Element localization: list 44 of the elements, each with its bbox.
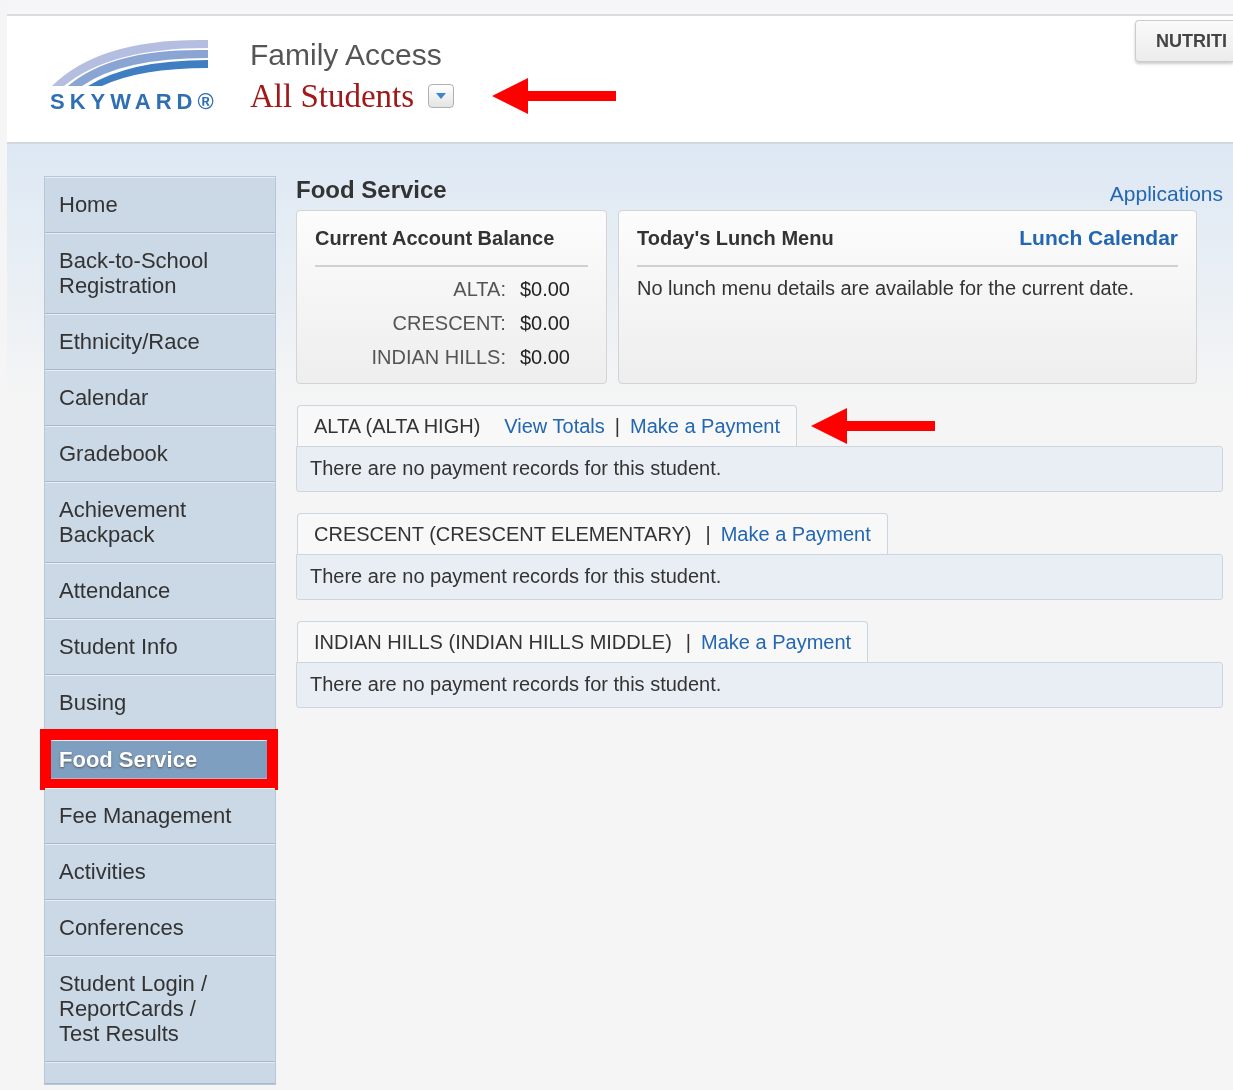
sidebar-item[interactable]: Ethnicity/Race — [45, 314, 275, 370]
sidebar-item[interactable]: Achievement Backpack — [45, 482, 275, 563]
dropdown-button[interactable] — [428, 84, 455, 108]
balance-amount: $0.00 — [519, 311, 570, 335]
school-name: INDIAN HILLS (INDIAN HILLS MIDDLE) — [314, 630, 672, 654]
page-title: Food Service — [296, 176, 447, 204]
separator: | — [614, 414, 620, 438]
applications-link[interactable]: Applications — [1109, 182, 1223, 206]
school-name: ALTA (ALTA HIGH) — [314, 414, 481, 438]
sidebar-item[interactable]: Attendance — [45, 563, 275, 619]
sidebar-item[interactable]: Calendar — [45, 370, 275, 426]
payment-message: There are no payment records for this student. — [310, 673, 722, 695]
school-label: CRESCENT: — [391, 311, 506, 335]
arrow-icon — [492, 78, 617, 114]
balance-amount: $0.00 — [519, 345, 570, 369]
school-label: ALTA: — [452, 277, 506, 301]
student-selector[interactable]: All Students — [250, 74, 415, 118]
lunch-message: No lunch menu details are available for the current date. — [637, 277, 1135, 300]
school-link[interactable]: View Totals — [504, 414, 605, 438]
school-label: INDIAN HILLS: — [371, 345, 506, 369]
logo-text: SKYWARD® — [50, 88, 219, 116]
card-title: Current Account Balance — [315, 226, 555, 250]
nutrition-button[interactable]: NUTRITI — [1135, 20, 1233, 62]
sidebar-item[interactable]: Back-to-School Registration — [45, 233, 275, 314]
school-link[interactable]: Make a Payment — [629, 414, 781, 438]
separator: | — [685, 630, 692, 654]
app-title: Family Access — [250, 37, 443, 73]
sidebar-item[interactable]: Home — [45, 177, 275, 233]
sidebar-item[interactable]: Activities — [45, 844, 275, 900]
school-link[interactable]: Make a Payment — [720, 522, 871, 546]
sidebar-item[interactable]: Student Login / ReportCards / Test Results — [45, 956, 275, 1062]
sidebar-item[interactable]: Student Info — [45, 619, 275, 675]
separator: | — [705, 522, 711, 546]
sidebar-item[interactable]: Gradebook — [45, 426, 275, 482]
card-title: Today's Lunch Menu — [637, 226, 834, 250]
balance-amount: $0.00 — [519, 277, 570, 301]
school-name: CRESCENT (CRESCENT ELEMENTARY) — [314, 522, 692, 546]
payment-message: There are no payment records for this student. — [310, 457, 722, 479]
sidebar-item[interactable]: Conferences — [45, 900, 275, 956]
caret-icon — [436, 93, 447, 99]
sidebar-item[interactable]: Fee Management — [45, 788, 275, 844]
payment-message: There are no payment records for this student. — [310, 565, 722, 587]
lunch-calendar-link[interactable]: Lunch Calendar — [1019, 226, 1178, 250]
school-link[interactable]: Make a Payment — [701, 630, 852, 654]
